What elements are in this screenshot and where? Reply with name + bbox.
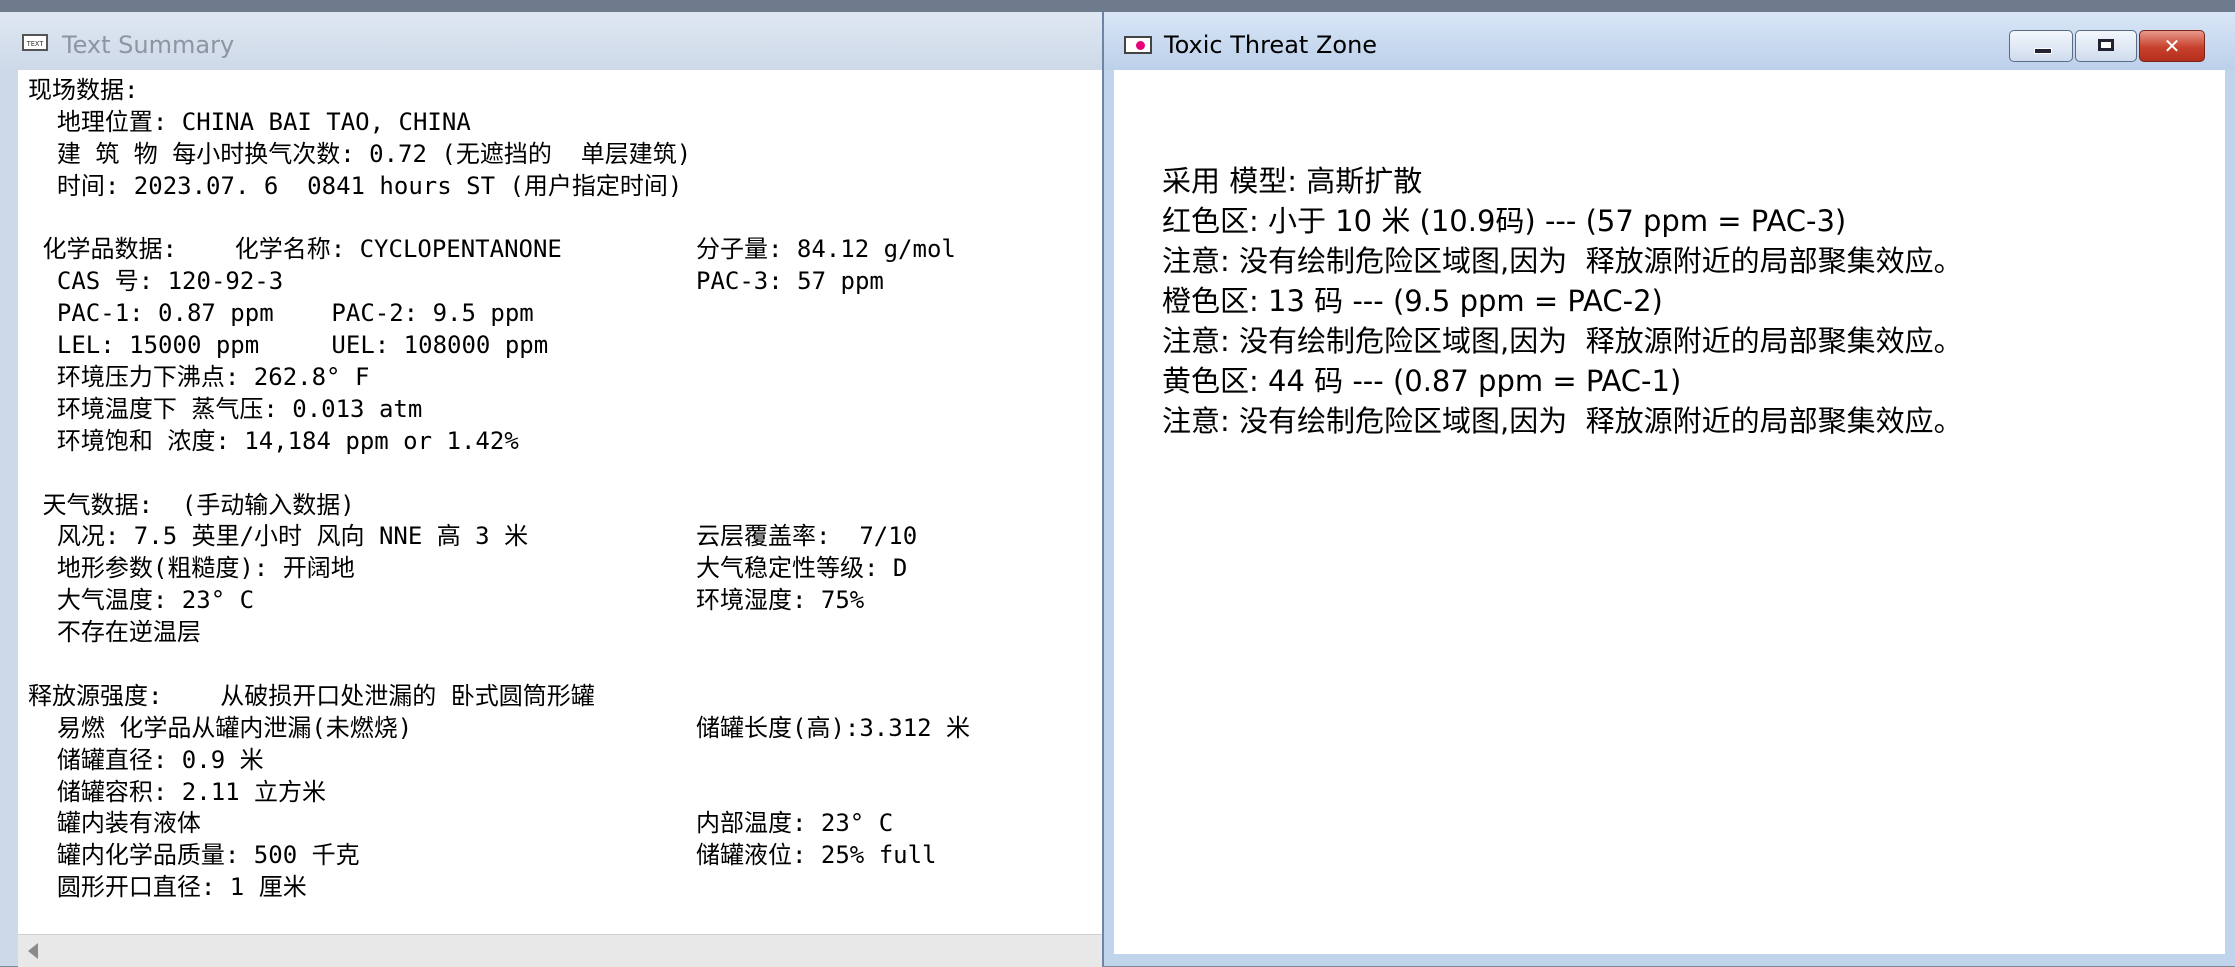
summary-right-value: 云层覆盖率: 7/10 bbox=[696, 522, 918, 551]
close-button[interactable]: ✕ bbox=[2139, 30, 2205, 62]
text-doc-icon: TEXT bbox=[22, 34, 48, 51]
summary-line: 天气数据: (手动输入数据) bbox=[28, 490, 355, 519]
threat-line: 橙色区: 13 码 --- (9.5 ppm = PAC-2) bbox=[1162, 284, 1663, 318]
summary-right-value: 储罐长度(高):3.312 米 bbox=[696, 713, 971, 742]
horizontal-scrollbar[interactable] bbox=[18, 934, 1102, 967]
summary-line: 现场数据: bbox=[28, 76, 139, 104]
summary-line: 储罐容积: 2.11 立方米 bbox=[28, 777, 327, 806]
summary-line: 时间: 2023.07. 6 0841 hours ST (用户指定时间) bbox=[28, 171, 683, 200]
threat-zone-icon bbox=[1124, 36, 1152, 54]
summary-right-value: 分子量: 84.12 g/mol bbox=[696, 235, 956, 264]
summary-line: 不存在逆温层 bbox=[28, 618, 201, 647]
summary-line: 大气温度: 23° C bbox=[28, 586, 255, 615]
summary-line: 环境压力下沸点: 262.8° F bbox=[28, 363, 370, 391]
maximize-button[interactable] bbox=[2075, 30, 2137, 62]
summary-line: PAC-1: 0.87 ppm PAC-2: 9.5 ppm bbox=[28, 299, 534, 328]
close-icon: ✕ bbox=[2163, 34, 2181, 58]
threat-line: 注意: 没有绘制危险区域图,因为 释放源附近的局部聚集效应。 bbox=[1162, 244, 1963, 278]
summary-line: 风况: 7.5 英里/小时 风向 NNE 高 3 米 bbox=[28, 522, 529, 551]
summary-line: 环境温度下 蒸气压: 0.013 atm bbox=[28, 394, 423, 423]
summary-right-value: PAC-3: 57 ppm bbox=[696, 267, 884, 296]
threat-line: 采用 模型: 高斯扩散 bbox=[1162, 164, 1423, 198]
summary-line: 罐内装有液体 bbox=[28, 809, 201, 838]
window-title: Text Summary bbox=[62, 31, 235, 59]
summary-line: 建 筑 物 每小时换气次数: 0.72 (无遮挡的 单层建筑) bbox=[28, 139, 692, 168]
desktop-top-edge bbox=[0, 0, 2235, 12]
summary-line: 罐内化学品质量: 500 千克 bbox=[28, 841, 360, 870]
summary-right-value: 储罐液位: 25% full bbox=[696, 841, 937, 870]
summary-line: 环境饱和 浓度: 14,184 ppm or 1.42% bbox=[28, 426, 519, 455]
summary-line: 地形参数(粗糙度): 开阔地 bbox=[28, 554, 355, 583]
summary-right-value: 大气稳定性等级: D bbox=[696, 554, 908, 583]
text-summary-titlebar[interactable]: TEXT Text Summary bbox=[0, 12, 1102, 70]
summary-line: CAS 号: 120-92-3 bbox=[28, 267, 284, 296]
summary-line: 圆形开口直径: 1 厘米 bbox=[28, 873, 307, 902]
minimize-icon bbox=[2034, 48, 2052, 54]
scroll-left-arrow-icon[interactable] bbox=[28, 943, 38, 959]
threat-line: 注意: 没有绘制危险区域图,因为 释放源附近的局部聚集效应。 bbox=[1162, 404, 1963, 438]
threat-zone-titlebar[interactable]: Toxic Threat Zone ✕ bbox=[1104, 12, 2235, 70]
summary-line: 化学品数据: 化学名称: CYCLOPENTANONE bbox=[28, 235, 562, 264]
summary-line: 易燃 化学品从罐内泄漏(未燃烧) bbox=[28, 713, 413, 742]
window-title: Toxic Threat Zone bbox=[1164, 31, 1378, 59]
threat-line: 红色区: 小于 10 米 (10.9码) --- (57 ppm = PAC-3… bbox=[1162, 204, 1847, 238]
summary-line: 地理位置: CHINA BAI TAO, CHINA bbox=[28, 107, 471, 136]
text-summary-window[interactable]: TEXT Text Summary 现场数据: 地理位置: CHINA BAI … bbox=[0, 12, 1102, 967]
summary-line: 释放源强度: 从破损开口处泄漏的 卧式圆筒形罐 bbox=[28, 681, 595, 710]
summary-line: LEL: 15000 ppm UEL: 108000 ppm bbox=[28, 331, 549, 360]
summary-right-value: 环境湿度: 75% bbox=[696, 586, 865, 615]
text-summary-content[interactable]: 现场数据: 地理位置: CHINA BAI TAO, CHINA 建 筑 物 每… bbox=[18, 70, 1102, 934]
minimize-button[interactable] bbox=[2009, 30, 2073, 62]
threat-zone-content: 采用 模型: 高斯扩散红色区: 小于 10 米 (10.9码) --- (57 … bbox=[1114, 70, 2225, 954]
toxic-threat-zone-window[interactable]: Toxic Threat Zone ✕ 采用 模型: 高斯扩散红色区: 小于 1… bbox=[1102, 12, 2235, 966]
summary-line: 储罐直径: 0.9 米 bbox=[28, 745, 264, 774]
threat-line: 黄色区: 44 码 --- (0.87 ppm = PAC-1) bbox=[1162, 364, 1682, 398]
summary-right-value: 内部温度: 23° C bbox=[696, 809, 894, 838]
threat-line: 注意: 没有绘制危险区域图,因为 释放源附近的局部聚集效应。 bbox=[1162, 324, 1963, 358]
maximize-icon bbox=[2098, 39, 2114, 51]
